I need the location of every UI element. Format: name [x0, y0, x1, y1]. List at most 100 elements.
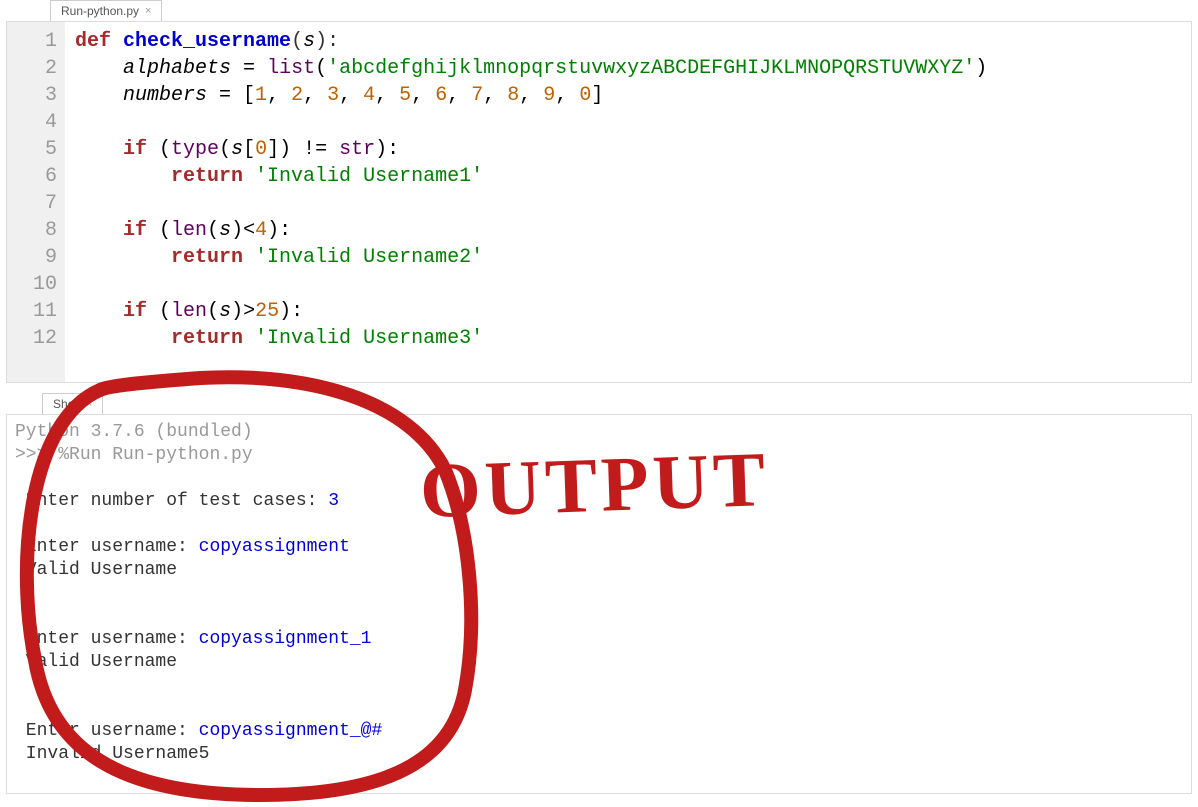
bracket: [	[243, 138, 255, 161]
num: 6	[435, 84, 447, 107]
var-s: s	[219, 219, 231, 242]
comma: ,	[411, 84, 435, 107]
string-literal: 'Invalid Username2'	[255, 246, 483, 269]
indent	[75, 57, 123, 80]
line-number: 11	[21, 298, 57, 325]
num: 0	[255, 138, 267, 161]
line-number: 9	[21, 244, 57, 271]
builtin-len: len	[171, 219, 207, 242]
space	[243, 165, 255, 188]
result-line: Invalid Username5	[15, 744, 209, 764]
kw-if: if	[123, 138, 147, 161]
space	[243, 246, 255, 269]
paren: (	[147, 219, 171, 242]
close-icon[interactable]: ×	[86, 398, 92, 410]
close-icon[interactable]: ×	[145, 5, 151, 17]
shell-prompt: >>>	[15, 445, 58, 465]
paren: (	[291, 30, 303, 53]
line-number: 6	[21, 163, 57, 190]
line-number: 1	[21, 28, 57, 55]
result-line: Valid Username	[15, 652, 177, 672]
space	[243, 327, 255, 350]
comma: ,	[447, 84, 471, 107]
builtin-type: type	[171, 138, 219, 161]
kw-if: if	[123, 219, 147, 242]
paren: ):	[279, 300, 303, 323]
builtin-list: list	[267, 57, 315, 80]
line-number: 2	[21, 55, 57, 82]
paren: (	[315, 57, 327, 80]
indent	[75, 165, 171, 188]
shell-panel[interactable]: Python 3.7.6 (bundled) >>> %Run Run-pyth…	[6, 414, 1192, 794]
num: 5	[399, 84, 411, 107]
line-number: 3	[21, 82, 57, 109]
code-editor[interactable]: 1 2 3 4 5 6 7 8 9 10 11 12 def check_use…	[6, 21, 1192, 383]
string-literal: 'Invalid Username1'	[255, 165, 483, 188]
paren: )	[975, 57, 987, 80]
builtin-str: str	[339, 138, 375, 161]
kw-if: if	[123, 300, 147, 323]
op: )<	[231, 219, 255, 242]
num: 4	[363, 84, 375, 107]
comma: ,	[519, 84, 543, 107]
builtin-len: len	[171, 300, 207, 323]
num: 8	[507, 84, 519, 107]
indent	[75, 300, 123, 323]
param-s: s	[303, 30, 315, 53]
tc-prompt: Enter number of test cases:	[15, 491, 328, 511]
kw-return: return	[171, 246, 243, 269]
op-eq: = [	[207, 84, 255, 107]
line-number: 5	[21, 136, 57, 163]
op: ]) !=	[267, 138, 339, 161]
var-alphabets: alphabets	[123, 57, 231, 80]
op-eq: =	[231, 57, 267, 80]
bracket: ]	[591, 84, 603, 107]
username-input: copyassignment	[199, 537, 350, 557]
op: )>	[231, 300, 255, 323]
shell-banner: Python 3.7.6 (bundled)	[15, 422, 253, 442]
comma: ,	[375, 84, 399, 107]
indent	[75, 246, 171, 269]
var-s: s	[219, 300, 231, 323]
line-number: 10	[21, 271, 57, 298]
comma: ,	[303, 84, 327, 107]
result-line: Valid Username	[15, 560, 177, 580]
username-prompt: Enter username:	[15, 629, 199, 649]
string-literal: 'abcdefghijklmnopqrstuvwxyzABCDEFGHIJKLM…	[327, 57, 975, 80]
editor-tab-bar: Run-python.py ×	[0, 0, 1198, 21]
string-literal: 'Invalid Username3'	[255, 327, 483, 350]
num: 25	[255, 300, 279, 323]
paren: (	[207, 219, 219, 242]
num: 4	[255, 219, 267, 242]
indent	[75, 138, 123, 161]
paren: (	[147, 138, 171, 161]
editor-tab[interactable]: Run-python.py ×	[50, 0, 162, 21]
function-name: check_username	[123, 30, 291, 53]
num: 2	[291, 84, 303, 107]
num: 7	[471, 84, 483, 107]
comma: ,	[339, 84, 363, 107]
shell-tab-label: Shell	[53, 397, 80, 411]
kw-return: return	[171, 327, 243, 350]
code-content[interactable]: def check_username(s): alphabets = list(…	[65, 22, 1191, 382]
line-number: 4	[21, 109, 57, 136]
kw-return: return	[171, 165, 243, 188]
indent	[75, 219, 123, 242]
line-number: 12	[21, 325, 57, 352]
shell-tab[interactable]: Shell ×	[42, 393, 103, 414]
username-prompt: Enter username:	[15, 721, 199, 741]
shell-tab-bar: Shell ×	[0, 393, 1198, 414]
paren: ):	[267, 219, 291, 242]
paren: ):	[375, 138, 399, 161]
line-gutter: 1 2 3 4 5 6 7 8 9 10 11 12	[7, 22, 65, 382]
num: 9	[543, 84, 555, 107]
editor-tab-label: Run-python.py	[61, 4, 139, 18]
num: 3	[327, 84, 339, 107]
username-input: copyassignment_1	[199, 629, 372, 649]
kw-def: def	[75, 30, 111, 53]
username-prompt: Enter username:	[15, 537, 199, 557]
paren: (	[207, 300, 219, 323]
indent	[75, 327, 171, 350]
line-number: 8	[21, 217, 57, 244]
comma: ,	[267, 84, 291, 107]
